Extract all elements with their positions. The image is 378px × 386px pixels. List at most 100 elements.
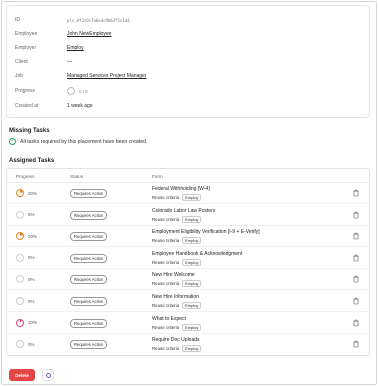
check-circle-icon: ✓ [9, 138, 16, 145]
progress-ring-icon [16, 340, 24, 349]
detail-label: Client [15, 59, 28, 65]
detail-label: Employer [15, 45, 37, 51]
form-name[interactable]: Employment Eligibility Verification [I-9… [152, 229, 260, 235]
progress-cell: 0% [16, 340, 35, 349]
detail-row-employer: Employer Employ [15, 43, 365, 53]
more-options-button[interactable] [42, 369, 54, 381]
reuse-criteria: Reuse criteria Employ [152, 302, 202, 309]
trash-icon[interactable] [353, 211, 359, 219]
table-row[interactable]: 20% Requires Action Employment Eligibili… [7, 226, 369, 248]
table-header: Progress Status Form [7, 169, 369, 183]
client-value: — [67, 59, 72, 65]
placement-id: plc_8f2c0c7a6e4c9bb3f1c1d4 [67, 17, 130, 23]
reuse-criteria: Reuse criteria Employ [152, 258, 242, 266]
detail-label: ID [15, 17, 20, 23]
progress-cell: 0% [16, 253, 35, 262]
missing-tasks-title: Missing Tasks [9, 128, 50, 134]
detail-row-employee: Employee John NewEmployee [15, 29, 365, 39]
progress-ring-icon [16, 189, 24, 197]
trash-icon[interactable] [353, 297, 359, 305]
status-badge: Requires Action [70, 253, 108, 263]
progress-ring-icon [16, 275, 24, 284]
table-row[interactable]: 0% Requires Action New Hire Welcome Reus… [7, 269, 369, 291]
detail-label: Progress [15, 88, 36, 94]
form-name[interactable]: Federal Withholding [W-4] [152, 186, 210, 192]
reuse-criteria-chip: Employ [182, 345, 202, 353]
detail-label: Job [15, 73, 24, 79]
missing-tasks-text: All tasks required by this placement hav… [20, 138, 148, 145]
reuse-criteria-label: Reuse criteria [152, 281, 180, 287]
form-name[interactable]: Require Doc Uploads [152, 337, 201, 343]
form-name[interactable]: Colorado Labor Law Posters [152, 208, 215, 214]
employee-link[interactable]: John NewEmployee [67, 31, 111, 37]
reuse-criteria-label: Reuse criteria [152, 324, 180, 330]
progress-cell: 0% [16, 275, 35, 284]
job-link[interactable]: Managed Services Project Manager [67, 73, 147, 79]
progress-cell: 0% [16, 297, 35, 305]
progress-cell: 10% [16, 318, 38, 327]
delete-button[interactable]: Delete [9, 369, 35, 381]
reuse-criteria: Reuse criteria Employ [152, 323, 202, 331]
employer-link[interactable]: Employ [67, 45, 84, 51]
table-row[interactable]: 0% Requires Action Employee Handbook & A… [7, 248, 369, 269]
trash-icon[interactable] [353, 254, 359, 262]
progress-ring-icon [16, 297, 24, 305]
column-header-status: Status [70, 174, 84, 179]
trash-icon[interactable] [353, 189, 359, 197]
form-cell: New Hire Information Reuse criteria Empl… [152, 294, 202, 309]
progress-ring-icon [16, 232, 24, 241]
missing-tasks-message: ✓ All tasks required by this placement h… [9, 138, 147, 145]
form-cell: Require Doc Uploads Reuse criteria Emplo… [152, 337, 202, 353]
status-badge: Requires Action [70, 232, 108, 242]
reuse-criteria: Reuse criteria Employ [152, 280, 202, 288]
progress-ring-icon [16, 318, 24, 327]
column-header-form: Form [152, 174, 163, 179]
form-name[interactable]: Employee Handbook & Acknowledgment [152, 251, 242, 257]
progress-percent: 0% [28, 298, 35, 304]
form-cell: New Hire Welcome Reuse criteria Employ [152, 272, 202, 288]
progress-percent: 0% [28, 276, 35, 282]
detail-label: Created at [15, 103, 39, 109]
status-badge: Requires Action [70, 297, 108, 306]
column-header-progress: Progress [16, 174, 35, 179]
reuse-criteria-chip: Employ [182, 194, 202, 201]
progress-cell: 20% [16, 232, 38, 241]
table-row[interactable]: 0% Requires Action Require Doc Uploads R… [7, 334, 369, 355]
progress-percent: 20% [28, 233, 38, 239]
progress-ring-icon [16, 253, 24, 262]
assigned-tasks-table: Progress Status Form 20% Requires Action… [6, 168, 370, 356]
detail-row-client: Client — [15, 57, 365, 67]
form-name[interactable]: New Hire Information [152, 294, 201, 300]
assigned-tasks-title: Assigned Tasks [9, 158, 55, 164]
trash-icon[interactable] [353, 340, 359, 348]
detail-row-created: Created at 1 week ago [15, 101, 365, 111]
detail-row-progress: Progress 0 / 8 [15, 86, 365, 96]
table-row[interactable]: 10% Requires Action What to Expect Reuse… [7, 313, 369, 334]
trash-icon[interactable] [353, 319, 359, 327]
status-badge: Requires Action [70, 210, 108, 220]
reuse-criteria-label: Reuse criteria [152, 216, 180, 222]
reuse-criteria: Reuse criteria Employ [152, 345, 202, 353]
status-badge: Requires Action [70, 340, 108, 350]
reuse-criteria-label: Reuse criteria [152, 346, 180, 352]
table-row[interactable]: 0% Requires Action Colorado Labor Law Po… [7, 205, 369, 226]
trash-icon[interactable] [353, 275, 359, 283]
trash-icon[interactable] [353, 232, 359, 240]
table-row[interactable]: 20% Requires Action Federal Withholding … [7, 183, 369, 204]
reuse-criteria-chip: Employ [182, 280, 202, 288]
reuse-criteria: Reuse criteria Employ [152, 237, 260, 245]
progress-cell: 0% [16, 210, 35, 219]
progress-percent: 0% [28, 341, 35, 347]
reuse-criteria-label: Reuse criteria [152, 259, 180, 265]
table-row[interactable]: 0% Requires Action New Hire Information … [7, 291, 369, 312]
placement-details-card: ID plc_8f2c0c7a6e4c9bb3f1c1d4 Employee J… [6, 5, 370, 118]
reuse-criteria: Reuse criteria Employ [152, 215, 215, 223]
detail-label: Employee [15, 31, 38, 37]
form-name[interactable]: New Hire Welcome [152, 272, 201, 278]
progress-percent: 10% [28, 320, 38, 326]
circle-icon [45, 372, 51, 378]
reuse-criteria-label: Reuse criteria [152, 303, 180, 308]
form-name[interactable]: What to Expect [152, 316, 201, 322]
progress-percent: 20% [28, 190, 38, 196]
reuse-criteria-chip: Employ [182, 258, 202, 266]
